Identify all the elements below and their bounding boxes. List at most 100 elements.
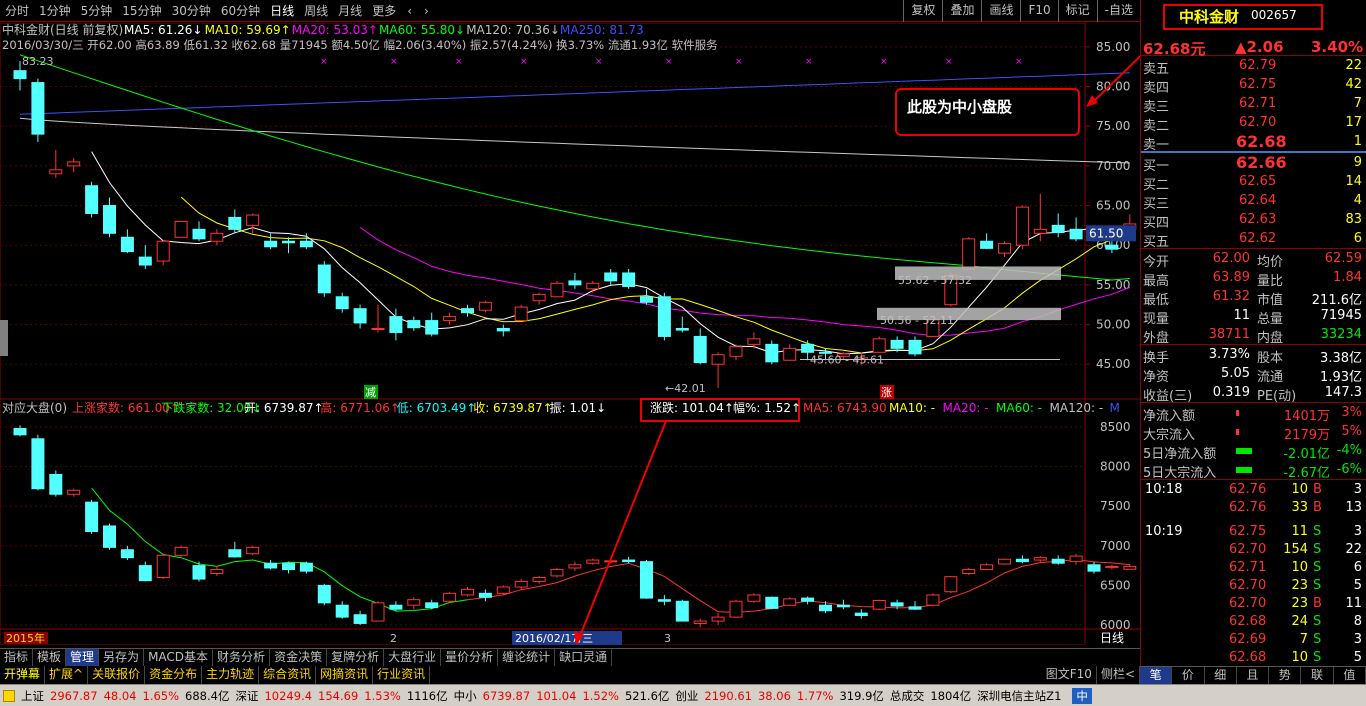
flow-row-3[interactable]: 5日大宗流入 -2.67亿 -6% [1141,460,1366,481]
flow-bar [1236,410,1239,416]
index-candle-body [31,438,45,490]
index-ma5-line [467,559,1130,613]
candle-body [908,339,922,355]
info-right-tab-0[interactable]: 图文F10 [1042,666,1097,684]
info-tab-0[interactable]: 开弹幕 [0,666,46,684]
index-candle-body [729,600,743,618]
info-tab-1[interactable]: 扩展^ [45,666,89,684]
timeframe-tab-0[interactable]: 分时 [0,2,34,19]
flow-row-0[interactable]: 净流入额 1401万 3% [1141,403,1366,424]
side-tab-2[interactable]: 细 [1205,667,1237,684]
stat-row-1: 最高 63.89 量比 1.84 [1141,268,1366,289]
indicator-tab-2[interactable]: 管理 [66,649,100,666]
candle-body [67,161,81,167]
toolbar-button-3[interactable]: F10 [1020,0,1057,22]
bid-row-1[interactable]: 买二 62.65 14 [1141,172,1366,193]
zx-price: 6739.87 [482,688,531,703]
flow-row-1[interactable]: 大宗流入 2179万 5% [1141,422,1366,443]
prev-arrow-icon[interactable]: ‹ [401,4,418,18]
market-icon[interactable] [3,689,15,702]
timeframe-tab-7[interactable]: 周线 [299,2,333,19]
candle-body [156,240,170,262]
ask-price: 62.75 [1239,77,1277,92]
toolbar-button-1[interactable]: 叠加 [942,0,981,22]
indicator-tab-11[interactable]: 缺口灵通 [555,649,613,666]
sh-amt: 688.4亿 [185,688,230,703]
timeframe-tab-6[interactable]: 日线 [265,2,299,19]
zx-pct: 1.52% [582,688,619,703]
indicator-tab-1[interactable]: 模板 [33,649,67,666]
info-tab-4[interactable]: 主力轨迹 [202,666,260,684]
index-candle-body [210,569,224,575]
timeframe-tab-3[interactable]: 15分钟 [117,2,166,19]
next-arrow-icon[interactable]: › [418,4,435,18]
ask-row-0[interactable]: 卖五 62.79 22 [1141,56,1366,77]
ask-row-4[interactable]: 卖一 62.68 1 [1141,132,1366,153]
info-tab-3[interactable]: 资金分布 [145,666,203,684]
indicator-tab-7[interactable]: 复牌分析 [327,649,385,666]
side-tab-5[interactable]: 联 [1301,667,1334,684]
flow-value: -2.67亿 [1283,466,1330,481]
y-tick-label: 85.00 [1096,40,1130,54]
y2-tick-label: 6500 [1100,578,1131,592]
bid-levels: 买一 62.66 9 买二 62.65 14 买三 62.64 4 买四 62.63 83 买五 62.6… [1141,153,1366,250]
ask-row-1[interactable]: 卖四 62.75 42 [1141,75,1366,96]
side-tab-4[interactable]: 势 [1269,667,1302,684]
timeframe-tab-4[interactable]: 30分钟 [167,2,216,19]
timeframe-tab-8[interactable]: 月线 [333,2,367,19]
indicator-tab-4[interactable]: MACD基本 [144,649,214,666]
toolbar-button-2[interactable]: 画线 [981,0,1020,22]
trade-price: 62.71 [1229,560,1267,575]
fund-flow-block: 净流入额 1401万 3% 大宗流入 2179万 5% 5日净流入额 -2.01亿 -4% 5日大… [1141,403,1366,481]
indicator-tab-0[interactable]: 指标 [0,649,34,666]
ask-row-3[interactable]: 卖二 62.70 17 [1141,113,1366,134]
candle-body [872,338,886,353]
trade-count: 3 [1353,632,1362,647]
side-tab-0[interactable]: 笔 [1140,667,1173,684]
side-tab-3[interactable]: 且 [1237,667,1270,684]
index-candle-body [389,604,403,610]
toolbar-button-4[interactable]: 标记 [1057,0,1097,22]
info-tab-5[interactable]: 综合资讯 [259,666,317,684]
timeframe-tab-2[interactable]: 5分钟 [76,2,118,19]
ask-label: 卖一 [1143,138,1170,153]
flow-row-2[interactable]: 5日净流入额 -2.01亿 -4% [1141,441,1366,462]
side-tab-1[interactable]: 价 [1172,667,1205,684]
bid-row-4[interactable]: 买五 62.62 6 [1141,229,1366,250]
trade-row-2: 10:19 62.75 11 S 3 [1141,522,1366,540]
index-ma-label-0: MA5: 6743.90 [803,401,887,415]
server-name[interactable]: 深圳电信主站Z1 [974,688,1064,704]
bid-price: 62.63 [1239,212,1277,227]
trade-side: B [1313,500,1322,515]
timeframe-tab-1[interactable]: 1分钟 [34,2,76,19]
info-right-tab-1[interactable]: 侧栏< [1097,666,1140,684]
candle-body [1069,228,1083,240]
left-scroll-handle[interactable] [0,320,8,356]
index-candle-body [944,576,958,593]
total-amt: 1804亿 [930,688,972,703]
ask-row-2[interactable]: 卖三 62.71 7 [1141,94,1366,115]
stat-value: 71945 [1320,308,1362,323]
indicator-tab-8[interactable]: 大盘行业 [384,649,442,666]
stock-name-box[interactable]: 中科金财 [1163,4,1323,30]
indicator-tab-3[interactable]: 另存为 [99,649,145,666]
info-tab-6[interactable]: 网摘资讯 [316,666,374,684]
timeframe-tab-5[interactable]: 60分钟 [216,2,265,19]
toolbar-button-0[interactable]: 复权 [903,0,942,22]
indicator-tab-9[interactable]: 量价分析 [441,649,499,666]
indicator-tab-6[interactable]: 资金决策 [270,649,328,666]
info-tab-2[interactable]: 关联报价 [88,666,146,684]
ime-indicator[interactable]: 中 [1072,687,1092,704]
bid-row-3[interactable]: 买四 62.63 83 [1141,210,1366,231]
indicator-tab-5[interactable]: 财务分析 [213,649,271,666]
bid-row-2[interactable]: 买三 62.64 4 [1141,191,1366,212]
index-ma-label-2: MA20: - [943,401,989,415]
side-tab-6[interactable]: 值 [1334,667,1366,684]
toolbar-button-5[interactable]: -自选 [1096,0,1140,22]
flow-pct: -6% [1336,462,1362,477]
timeframe-tab-9[interactable]: 更多 [367,2,401,19]
bid-row-0[interactable]: 买一 62.66 9 [1141,153,1366,174]
indicator-tab-10[interactable]: 缠论统计 [498,649,556,666]
arrow-head-1 [1086,95,1098,107]
info-tab-7[interactable]: 行业资讯 [373,666,431,684]
